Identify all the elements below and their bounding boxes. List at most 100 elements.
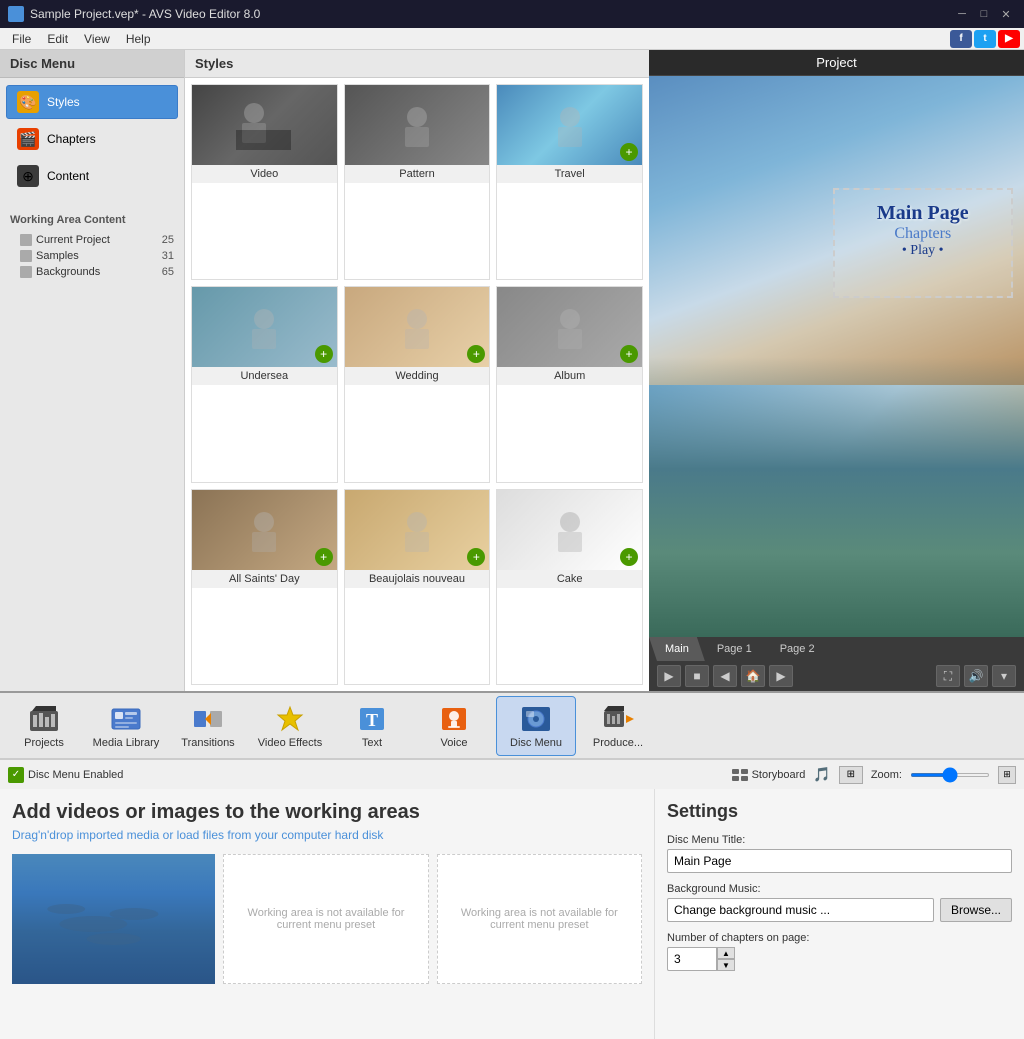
chapters-spinner: ▲ ▼ <box>667 947 1012 971</box>
style-item-allsaints[interactable]: + All Saints' Day <box>191 489 338 685</box>
video-effects-label: Video Effects <box>258 737 322 749</box>
view-toggle[interactable]: ⊞ <box>839 766 863 784</box>
style-thumb-pattern <box>345 85 490 165</box>
style-item-travel[interactable]: + Travel <box>496 84 643 280</box>
minimize-button[interactable]: ─ <box>952 5 972 23</box>
styles-panel-header: Styles <box>185 50 649 78</box>
tool-voice[interactable]: Voice <box>414 696 494 756</box>
chapters-input[interactable] <box>667 947 717 971</box>
tool-projects[interactable]: Projects <box>4 696 84 756</box>
project-preview: Main Page Chapters • Play • <box>649 76 1024 637</box>
style-item-video[interactable]: Video <box>191 84 338 280</box>
play-button[interactable]: ▶ <box>657 665 681 687</box>
spinner-down[interactable]: ▼ <box>717 959 735 971</box>
working-area-3[interactable]: Working area is not available for curren… <box>437 854 642 984</box>
wa-unavailable-2: Working area is not available for curren… <box>224 899 427 939</box>
produce-label: Produce... <box>593 737 643 749</box>
sidebar-btn-content[interactable]: ⊕ Content <box>6 159 178 193</box>
tool-disc-menu[interactable]: Disc Menu <box>496 696 576 756</box>
zoom-fit-button[interactable]: ⊞ <box>998 766 1016 784</box>
close-button[interactable]: ✕ <box>996 5 1016 23</box>
browse-button[interactable]: Browse... <box>940 898 1012 922</box>
menu-view[interactable]: View <box>76 30 118 48</box>
stop-button[interactable]: ■ <box>685 665 709 687</box>
menu-edit[interactable]: Edit <box>39 30 76 48</box>
working-area-image <box>12 854 215 984</box>
allsaints-thumb-graphic <box>234 500 294 560</box>
volume-button[interactable]: 🔊 <box>964 665 988 687</box>
tool-media-library[interactable]: Media Library <box>86 696 166 756</box>
spinner-buttons: ▲ ▼ <box>717 947 735 971</box>
video-effects-icon <box>274 703 306 735</box>
style-thumb-cake: + <box>497 490 642 570</box>
svg-text:T: T <box>366 710 378 730</box>
preview-overlay: Main Page Chapters • Play • <box>649 76 1024 637</box>
step-back-button[interactable]: ◀ <box>713 665 737 687</box>
backgrounds-count: 65 <box>162 266 174 278</box>
status-bar: ✓ Disc Menu Enabled Storyboard 🎵 ⊞ Zoom:… <box>0 759 1024 789</box>
storyboard-button[interactable]: Storyboard <box>732 769 806 781</box>
sidebar-btn-chapters[interactable]: 🎬 Chapters <box>6 122 178 156</box>
sidebar-content-label: Content <box>47 169 89 183</box>
working-area-1[interactable] <box>12 854 215 984</box>
bottom-subtitle: Drag'n'drop imported media or load files… <box>12 828 642 842</box>
window-controls: ─ □ ✕ <box>952 5 1016 23</box>
style-item-beaujolais[interactable]: + Beaujolais nouveau <box>344 489 491 685</box>
sidebar-item-current-project[interactable]: Current Project 25 <box>0 232 184 248</box>
maximize-button[interactable]: □ <box>974 5 994 23</box>
style-item-wedding[interactable]: + Wedding <box>344 286 491 482</box>
style-item-undersea[interactable]: + Undersea <box>191 286 338 482</box>
project-tab-main[interactable]: Main <box>649 637 705 661</box>
style-item-album[interactable]: + Album <box>496 286 643 482</box>
zoom-slider[interactable] <box>910 773 990 777</box>
more-button[interactable]: ▾ <box>992 665 1016 687</box>
text-icon-svg: T <box>356 703 388 735</box>
fullscreen-button[interactable]: ⛶ <box>936 665 960 687</box>
style-item-cake[interactable]: + Cake <box>496 489 643 685</box>
sea-area <box>649 357 1024 638</box>
wedding-thumb-graphic <box>387 297 447 357</box>
style-item-pattern[interactable]: Pattern <box>344 84 491 280</box>
spinner-up[interactable]: ▲ <box>717 947 735 959</box>
disc-enabled-indicator: ✓ Disc Menu Enabled <box>8 767 123 783</box>
settings-panel: Settings Disc Menu Title: Background Mus… <box>654 789 1024 1039</box>
voice-icon <box>438 703 470 735</box>
sidebar-item-backgrounds[interactable]: Backgrounds 65 <box>0 264 184 280</box>
disc-enabled-label: Disc Menu Enabled <box>28 769 123 781</box>
styles-grid: Video Pattern + <box>185 78 649 691</box>
youtube-icon[interactable]: ▶ <box>998 30 1020 48</box>
audio-icon: 🎵 <box>813 766 830 783</box>
facebook-icon[interactable]: f <box>950 30 972 48</box>
wa-unavailable-3: Working area is not available for curren… <box>438 899 641 939</box>
tool-video-effects[interactable]: Video Effects <box>250 696 330 756</box>
app-icon <box>8 6 24 22</box>
current-project-count: 25 <box>162 234 174 246</box>
home-button[interactable]: 🏠 <box>741 665 765 687</box>
menu-help[interactable]: Help <box>118 30 159 48</box>
transitions-label: Transitions <box>181 737 234 749</box>
toolbar: Projects Media Library Transitions <box>0 691 1024 759</box>
chapters-field: Number of chapters on page: ▲ ▼ <box>667 932 1012 971</box>
menu-items: File Edit View Help <box>4 30 159 48</box>
tool-transitions[interactable]: Transitions <box>168 696 248 756</box>
sidebar-btn-styles[interactable]: 🎨 Styles <box>6 85 178 119</box>
menu-file[interactable]: File <box>4 30 39 48</box>
tool-text[interactable]: T Text <box>332 696 412 756</box>
cake-thumb-graphic <box>540 500 600 560</box>
transitions-icon-svg <box>192 703 224 735</box>
style-thumb-travel: + <box>497 85 642 165</box>
video-effects-icon-svg <box>274 703 306 735</box>
tool-produce[interactable]: Produce... <box>578 696 658 756</box>
sidebar-styles-label: Styles <box>47 95 80 109</box>
sidebar-item-samples[interactable]: Samples 31 <box>0 248 184 264</box>
working-area-2[interactable]: Working area is not available for curren… <box>223 854 428 984</box>
project-tab-page2[interactable]: Page 2 <box>764 637 831 661</box>
background-music-input[interactable] <box>667 898 934 922</box>
twitter-icon[interactable]: t <box>974 30 996 48</box>
project-tab-page1[interactable]: Page 1 <box>701 637 768 661</box>
style-album-label: Album <box>497 367 642 385</box>
working-area-header: Working Area Content <box>0 208 184 232</box>
style-allsaints-label: All Saints' Day <box>192 570 337 588</box>
step-fwd-button[interactable]: ▶ <box>769 665 793 687</box>
disc-menu-title-input[interactable] <box>667 849 1012 873</box>
